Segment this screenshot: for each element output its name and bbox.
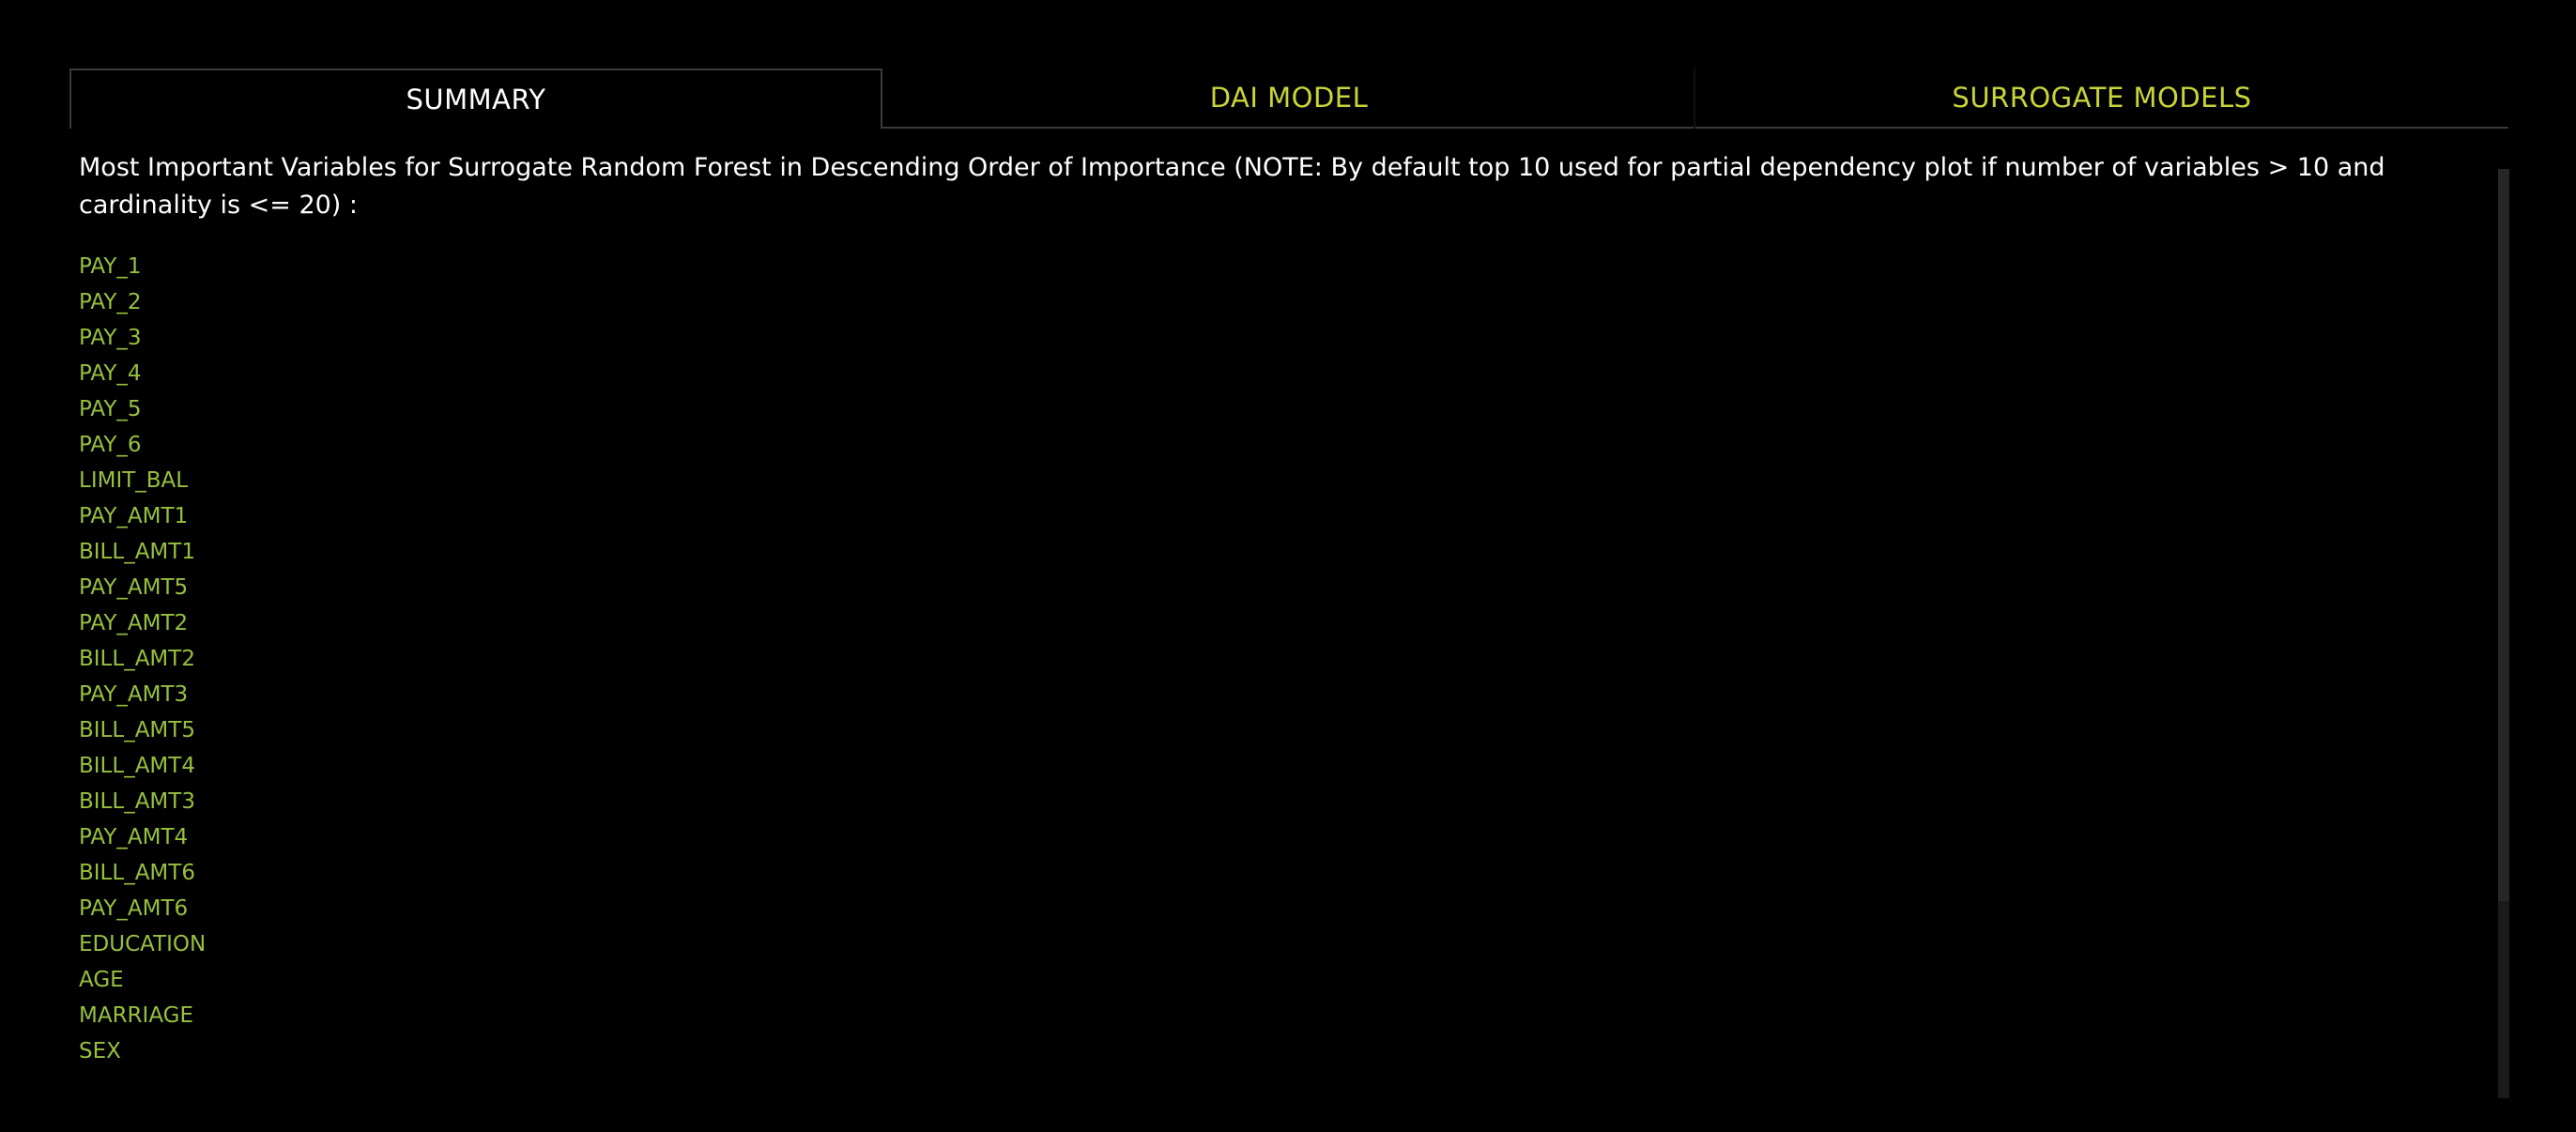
variable-item: AGE — [79, 968, 124, 992]
tab-surrogate-models[interactable]: SURROGATE MODELS — [1695, 69, 2508, 129]
tab-summary[interactable]: SUMMARY — [69, 69, 882, 129]
tab-summary-label: SUMMARY — [406, 84, 546, 115]
variable-item: SEX — [79, 1039, 121, 1063]
variable-item: PAY_AMT5 — [79, 575, 189, 600]
scrollbar-thumb[interactable] — [2498, 169, 2509, 901]
tab-dai-model-label: DAI MODEL — [1209, 82, 1369, 114]
variable-item: PAY_4 — [79, 361, 142, 386]
variable-item: PAY_1 — [79, 254, 142, 279]
variable-item: PAY_AMT4 — [79, 825, 189, 849]
scrollbar[interactable] — [2498, 169, 2509, 1098]
tab-dai-model[interactable]: DAI MODEL — [882, 69, 1695, 129]
variable-item: BILL_AMT1 — [79, 540, 195, 564]
variable-item: PAY_3 — [79, 326, 142, 350]
variable-item: BILL_AMT2 — [79, 647, 195, 671]
variable-item: PAY_AMT3 — [79, 682, 189, 707]
tab-bar: SUMMARY DAI MODEL SURROGATE MODELS — [69, 69, 2510, 129]
variable-list: PAY_1 PAY_2 PAY_3 PAY_4 PAY_5 PAY_6 LIMIT_BAL P… — [79, 249, 206, 1069]
variable-item: PAY_AMT1 — [79, 504, 189, 528]
variable-item: BILL_AMT4 — [79, 754, 195, 778]
variable-item: EDUCATION — [79, 932, 207, 956]
variable-item: PAY_AMT6 — [79, 896, 189, 921]
summary-panel: Most Important Variables for Surrogate R… — [69, 129, 2510, 1099]
variable-item: BILL_AMT3 — [79, 789, 195, 814]
variable-item: MARRIAGE — [79, 1003, 194, 1028]
variable-item: PAY_6 — [79, 433, 142, 457]
variable-item: BILL_AMT5 — [79, 718, 195, 742]
variable-item: PAY_AMT2 — [79, 611, 189, 635]
variable-item: PAY_5 — [79, 397, 142, 421]
variable-item: LIMIT_BAL — [79, 468, 189, 493]
variable-item: BILL_AMT6 — [79, 861, 195, 885]
variable-item: PAY_2 — [79, 290, 142, 314]
variable-importance-heading: Most Important Variables for Surrogate R… — [79, 153, 2385, 220]
tab-surrogate-models-label: SURROGATE MODELS — [1952, 82, 2252, 114]
